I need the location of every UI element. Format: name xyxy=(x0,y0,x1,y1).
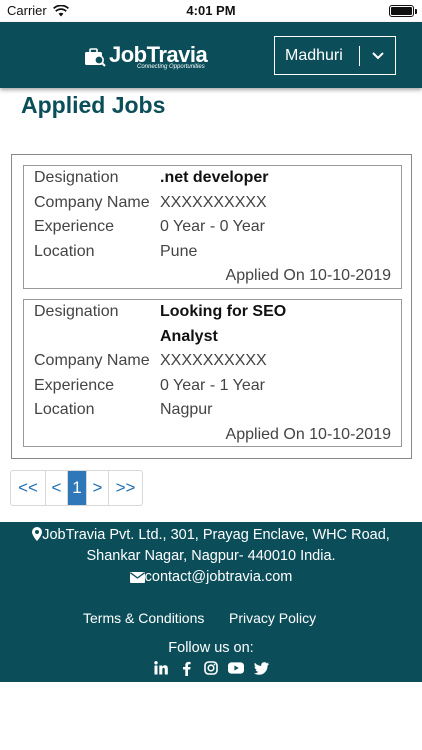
experience-value: 0 Year - 0 Year xyxy=(160,218,265,235)
email-text: contact@jobtravia.com xyxy=(144,569,293,585)
address-line: Shankar Nagar, Nagpur- 440010 India. xyxy=(86,548,336,564)
page-title: Applied Jobs xyxy=(21,92,166,118)
facebook-icon[interactable] xyxy=(178,660,194,676)
designation-line: Looking for SEO xyxy=(160,303,287,320)
contact-email[interactable]: contact@jobtravia.com xyxy=(0,567,422,588)
experience-value: 0 Year - 1 Year xyxy=(160,376,265,394)
app-header: JobTravia Connecting Opportunities Madhu… xyxy=(0,22,422,88)
location-label: Location xyxy=(34,242,95,260)
twitter-icon[interactable] xyxy=(253,660,269,676)
designation-value: .net developer xyxy=(160,169,269,186)
next-page-button[interactable]: > xyxy=(87,471,109,505)
designation-label: Designation xyxy=(34,303,119,320)
location-value: Nagpur xyxy=(160,401,213,418)
linkedin-icon[interactable] xyxy=(153,660,169,676)
location-label: Location xyxy=(34,401,95,418)
company-label: Company Name xyxy=(34,193,150,211)
prev-page-button[interactable]: < xyxy=(46,471,68,505)
job-card[interactable]: Designation .net developer Company Name … xyxy=(23,165,402,289)
location-row: Location Nagpur xyxy=(34,398,391,423)
footer: JobTravia Pvt. Ltd., 301, Prayag Enclave… xyxy=(0,522,422,682)
follow-label: Follow us on: xyxy=(168,640,254,656)
clock: 4:01 PM xyxy=(186,3,236,18)
company-label: Company Name xyxy=(34,352,150,369)
experience-label: Experience xyxy=(34,218,115,235)
company-value: XXXXXXXXXX xyxy=(160,352,267,369)
briefcase-search-icon xyxy=(85,48,106,67)
designation-label: Designation xyxy=(34,169,119,186)
designation-line: Analyst xyxy=(160,327,218,345)
social-links xyxy=(0,660,422,676)
designation-row: Designation .net developer xyxy=(34,166,391,191)
address-line: JobTravia Pvt. Ltd., 301, Prayag Enclave… xyxy=(42,527,390,543)
instagram-icon[interactable] xyxy=(203,660,219,676)
status-bar: Carrier 4:01 PM xyxy=(0,0,422,22)
terms-link[interactable]: Terms & Conditions xyxy=(83,610,204,626)
user-dropdown[interactable]: Madhuri xyxy=(274,36,396,75)
battery-icon xyxy=(389,5,417,17)
logo[interactable]: JobTravia Connecting Opportunities xyxy=(84,42,208,71)
experience-row: Experience 0 Year - 1 Year xyxy=(34,374,391,399)
company-row: Company Name XXXXXXXXXX xyxy=(34,191,391,216)
privacy-link[interactable]: Privacy Policy xyxy=(229,610,316,626)
designation-value: Looking for SEO Analyst xyxy=(160,300,391,349)
applied-jobs-list: Designation .net developer Company Name … xyxy=(11,154,412,459)
current-page-button[interactable]: 1 xyxy=(68,471,87,505)
applied-date: Applied On 10-10-2019 xyxy=(225,267,391,284)
last-page-button[interactable]: >> xyxy=(109,471,142,505)
map-marker-icon xyxy=(32,527,43,541)
logo-tagline: Connecting Opportunities xyxy=(137,64,205,70)
chevron-down-icon[interactable] xyxy=(360,51,395,60)
envelope-icon xyxy=(129,572,145,583)
pagination: << < 1 > >> xyxy=(10,470,143,506)
company-row: Company Name XXXXXXXXXX xyxy=(34,349,391,374)
designation-row: Designation Looking for SEO Analyst xyxy=(34,300,391,349)
location-value: Pune xyxy=(160,242,198,260)
location-row: Location Pune xyxy=(34,240,391,265)
youtube-icon[interactable] xyxy=(228,660,244,676)
company-value: XXXXXXXXXX xyxy=(160,193,267,211)
first-page-button[interactable]: << xyxy=(11,471,46,505)
logo-text: JobTravia xyxy=(109,42,208,67)
experience-label: Experience xyxy=(34,376,115,394)
user-name: Madhuri xyxy=(285,46,343,64)
job-card[interactable]: Designation Looking for SEO Analyst Comp… xyxy=(23,299,402,447)
applied-date: Applied On 10-10-2019 xyxy=(225,425,391,443)
experience-row: Experience 0 Year - 0 Year xyxy=(34,215,391,240)
company-address: JobTravia Pvt. Ltd., 301, Prayag Enclave… xyxy=(0,525,422,567)
